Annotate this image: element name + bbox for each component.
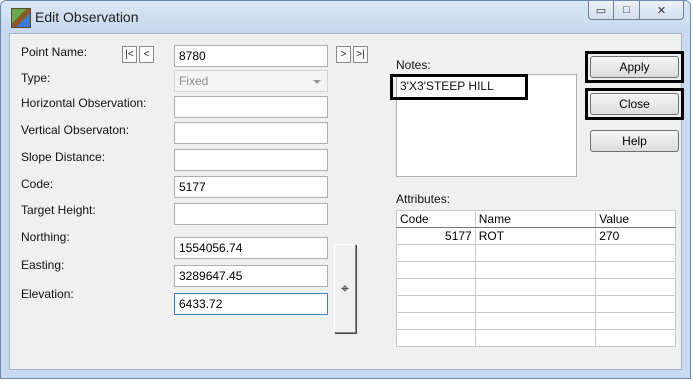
cell-empty[interactable] <box>595 295 676 313</box>
edit-observation-window: Edit Observation ▭ □ ✕ Point Name: |< < … <box>0 0 691 379</box>
help-button[interactable]: Help <box>590 130 679 152</box>
cell-empty[interactable] <box>396 261 476 279</box>
attributes-label: Attributes: <box>396 192 451 206</box>
code-label: Code: <box>21 177 54 191</box>
maximize-icon: □ <box>623 4 630 16</box>
vertical-observation-field[interactable] <box>174 122 328 144</box>
cell-empty[interactable] <box>396 295 476 313</box>
title-bar[interactable]: Edit Observation ▭ □ ✕ <box>1 1 690 33</box>
elevation-field[interactable]: 6433.72 <box>174 293 328 315</box>
cell-empty[interactable] <box>474 329 597 347</box>
crosshair-icon: ⌖ <box>341 280 349 296</box>
cell-name[interactable]: ROT <box>474 227 597 245</box>
first-point-button[interactable]: |< <box>122 46 137 63</box>
cell-empty[interactable] <box>474 261 597 279</box>
cell-empty[interactable] <box>595 312 676 330</box>
cell-empty[interactable] <box>474 295 597 313</box>
minimize-button[interactable]: ▭ <box>588 1 614 20</box>
next-point-button[interactable]: > <box>336 46 351 63</box>
horizontal-observation-field[interactable] <box>174 96 328 118</box>
cell-empty[interactable] <box>474 244 597 262</box>
northing-label: Northing: <box>21 230 70 244</box>
table-row[interactable] <box>396 244 676 262</box>
previous-icon: < <box>143 49 150 60</box>
cell-value[interactable]: 270 <box>595 227 676 245</box>
northing-field[interactable]: 1554056.74 <box>174 237 328 259</box>
target-height-field[interactable] <box>174 203 328 225</box>
attributes-table[interactable]: Code Name Value 5177 ROT 270 <box>396 210 676 347</box>
table-row[interactable] <box>396 312 676 330</box>
table-row[interactable] <box>396 295 676 313</box>
table-row[interactable] <box>396 261 676 279</box>
cell-empty[interactable] <box>474 312 597 330</box>
next-icon: > <box>340 49 347 60</box>
locate-point-button[interactable]: ⌖ <box>334 244 356 333</box>
easting-field[interactable]: 3289647.45 <box>174 265 328 287</box>
table-row[interactable] <box>396 278 676 296</box>
slope-distance-label: Slope Distance: <box>21 150 106 164</box>
cell-empty[interactable] <box>595 244 676 262</box>
last-point-button[interactable]: >| <box>353 46 368 63</box>
elevation-label: Elevation: <box>21 287 74 301</box>
notes-text: 3'X3'STEEP HILL <box>400 79 494 93</box>
target-height-label: Target Height: <box>21 203 96 217</box>
column-header-code[interactable]: Code <box>396 210 476 228</box>
horizontal-observation-label: Horizontal Observation: <box>21 96 147 110</box>
cell-empty[interactable] <box>396 329 476 347</box>
table-row[interactable] <box>396 329 676 347</box>
minimize-icon: ▭ <box>595 4 607 17</box>
dialog-body: Point Name: |< < 8780 > >| Type: Fixed H… <box>9 33 684 370</box>
table-row[interactable]: 5177 ROT 270 <box>396 227 676 245</box>
column-header-value[interactable]: Value <box>595 210 676 228</box>
cell-empty[interactable] <box>595 329 676 347</box>
cell-empty[interactable] <box>396 312 476 330</box>
cell-empty[interactable] <box>474 278 597 296</box>
previous-point-button[interactable]: < <box>139 46 154 63</box>
notes-label: Notes: <box>396 58 431 72</box>
point-name-field[interactable]: 8780 <box>174 45 328 67</box>
cell-code[interactable]: 5177 <box>396 227 476 245</box>
type-dropdown: Fixed <box>174 70 328 92</box>
slope-distance-field[interactable] <box>174 149 328 171</box>
close-icon: ✕ <box>656 4 667 17</box>
vertical-observation-label: Vertical Observaton: <box>21 123 130 137</box>
code-field[interactable]: 5177 <box>174 176 328 198</box>
column-header-name[interactable]: Name <box>474 210 597 228</box>
window-title: Edit Observation <box>35 9 139 25</box>
close-button[interactable]: Close <box>590 93 679 115</box>
cell-empty[interactable] <box>595 261 676 279</box>
easting-label: Easting: <box>21 258 65 272</box>
type-label: Type: <box>21 71 51 85</box>
caption-buttons: ▭ □ ✕ <box>588 1 684 21</box>
cell-empty[interactable] <box>595 278 676 296</box>
apply-button[interactable]: Apply <box>590 56 679 78</box>
first-icon: |< <box>125 49 134 60</box>
close-window-button[interactable]: ✕ <box>640 1 684 20</box>
point-name-label: Point Name: <box>21 45 88 59</box>
chevron-down-icon <box>313 80 321 84</box>
app-icon <box>11 8 31 28</box>
cell-empty[interactable] <box>396 278 476 296</box>
maximize-button[interactable]: □ <box>614 1 640 20</box>
type-value: Fixed <box>179 74 209 88</box>
last-icon: >| <box>356 49 365 60</box>
table-header-row: Code Name Value <box>396 210 676 228</box>
cell-empty[interactable] <box>396 244 476 262</box>
